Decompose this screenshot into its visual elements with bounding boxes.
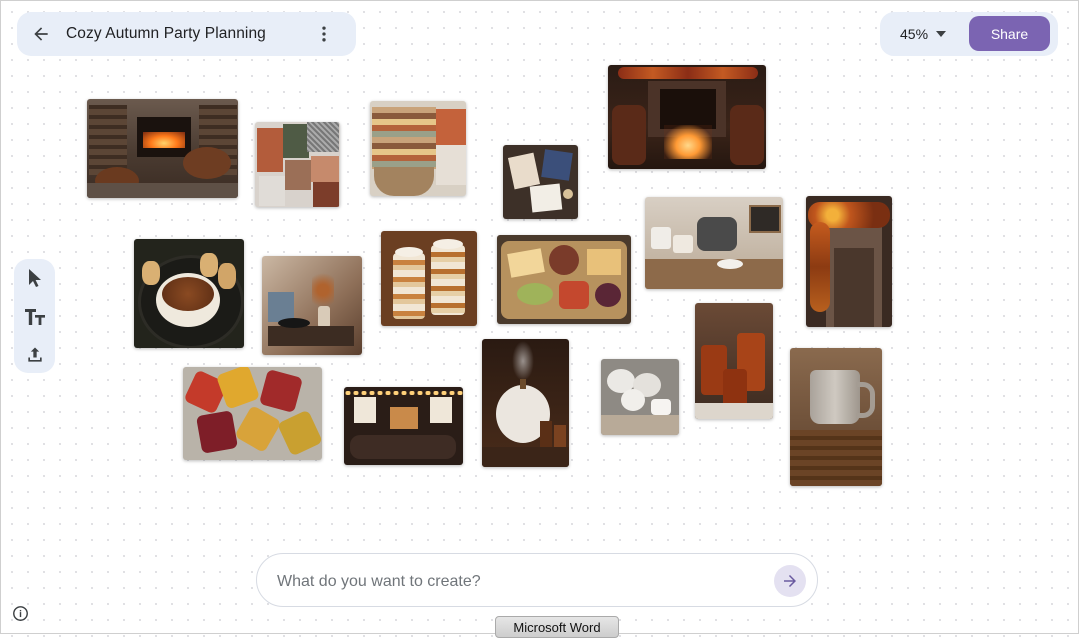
autumn-leaves-image[interactable] xyxy=(183,367,322,460)
upload-icon xyxy=(28,347,42,362)
title-bar: Cozy Autumn Party Planning xyxy=(17,12,356,56)
view-controls: 45% Share xyxy=(880,12,1058,56)
send-button[interactable] xyxy=(774,565,806,597)
page-title[interactable]: Cozy Autumn Party Planning xyxy=(66,25,266,43)
caret-down-icon xyxy=(936,31,947,37)
more-options-button[interactable] xyxy=(312,20,336,48)
ceramic-mug-image[interactable] xyxy=(790,348,882,486)
white-pumpkins-tea-image[interactable] xyxy=(601,359,679,435)
info-button[interactable] xyxy=(11,604,29,622)
zoom-dropdown[interactable]: 45% xyxy=(900,24,947,44)
text-tool-button[interactable] xyxy=(21,303,49,331)
tool-rail xyxy=(14,259,55,373)
select-tool-button[interactable] xyxy=(21,264,49,292)
info-icon xyxy=(12,605,28,621)
back-button[interactable] xyxy=(27,20,55,48)
folded-blankets-image[interactable] xyxy=(370,101,466,196)
prompt-bar xyxy=(256,553,818,607)
mulled-cider-image[interactable] xyxy=(695,303,773,419)
share-button[interactable]: Share xyxy=(969,16,1050,51)
upload-tool-button[interactable] xyxy=(21,341,49,369)
vinyl-record-player-image[interactable] xyxy=(262,256,362,355)
fabric-swatches-image[interactable] xyxy=(255,122,340,207)
dessert-parfaits-image[interactable] xyxy=(381,231,477,326)
app-tooltip: Microsoft Word xyxy=(495,616,619,638)
cozy-living-room-image[interactable] xyxy=(344,387,463,465)
prompt-input[interactable] xyxy=(275,568,759,596)
charcuterie-board-image[interactable] xyxy=(497,235,631,324)
arrow-back-icon xyxy=(34,27,48,41)
board-games-image[interactable] xyxy=(503,145,578,219)
zoom-level: 45% xyxy=(900,26,929,42)
arrow-forward-icon xyxy=(784,575,796,587)
candlelit-fireplace-image[interactable] xyxy=(608,65,766,169)
baked-brie-image[interactable] xyxy=(134,239,244,348)
autumn-garland-door-image[interactable] xyxy=(806,196,892,327)
more-vert-icon xyxy=(322,26,326,42)
cursor-arrow-icon xyxy=(29,269,41,287)
text-tool-icon xyxy=(25,309,45,325)
fireplace-lounge-image[interactable] xyxy=(87,99,238,198)
white-pumpkin-diffuser-image[interactable] xyxy=(482,339,569,467)
hot-cocoa-bar-image[interactable] xyxy=(645,197,783,289)
